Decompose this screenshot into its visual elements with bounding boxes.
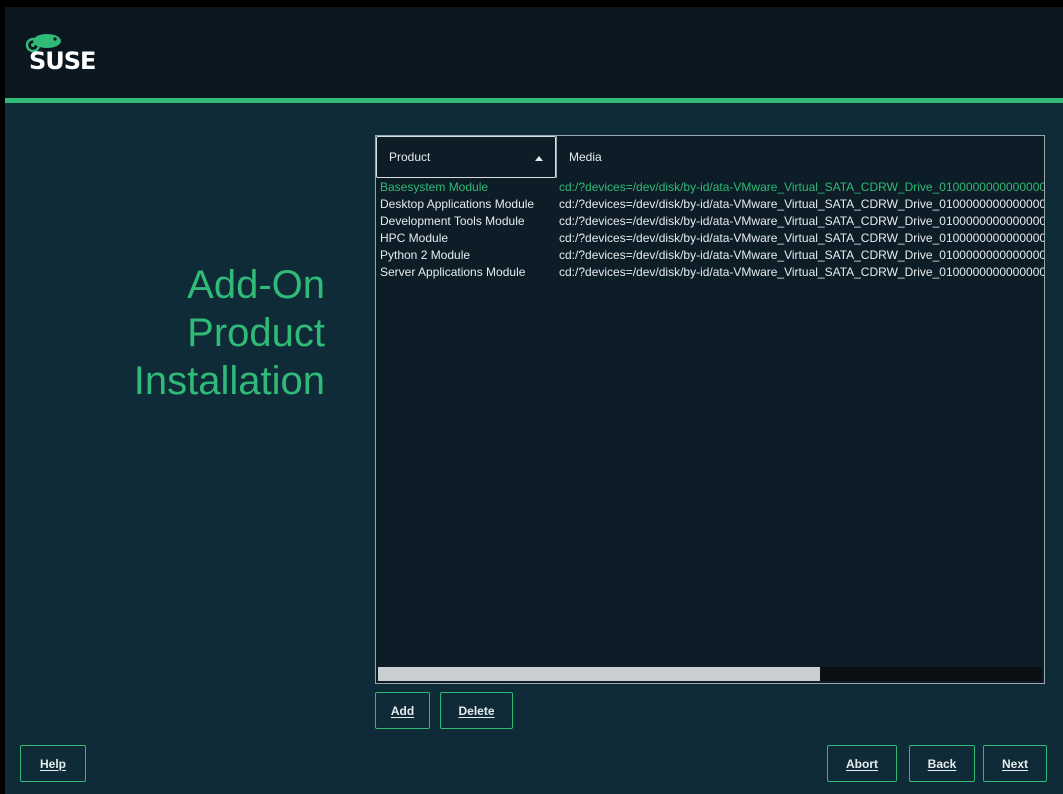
sort-ascending-icon [535, 156, 543, 161]
table-row[interactable]: Development Tools Module cd:/?devices=/de… [376, 213, 1044, 230]
table-header: Product Media [376, 136, 1044, 178]
table-row[interactable]: Server Applications Module cd:/?devices=/… [376, 264, 1044, 281]
column-header-media[interactable]: Media [556, 136, 1044, 178]
header-accent-line [5, 98, 1063, 103]
header-bar: SUSE [5, 7, 1063, 98]
page-title: Add-On Product Installation [65, 261, 325, 405]
next-button[interactable]: Next [983, 745, 1047, 782]
product-cell: Python 2 Module [380, 248, 471, 262]
addon-product-table[interactable]: Product Media Basesystem Module cd:/?devi… [375, 135, 1045, 684]
page-title-line: Installation [133, 359, 325, 403]
media-cell: cd:/?devices=/dev/disk/by-id/ata-VMware_… [559, 265, 1044, 279]
product-cell: HPC Module [380, 231, 449, 245]
abort-button[interactable]: Abort [827, 745, 897, 782]
product-cell: Development Tools Module [380, 214, 525, 228]
suse-logo: SUSE [25, 32, 125, 76]
column-header-label: Product [389, 150, 431, 164]
table-body: Basesystem Module cd:/?devices=/dev/disk/… [376, 179, 1044, 281]
media-cell: cd:/?devices=/dev/disk/by-id/ata-VMware_… [559, 180, 1044, 194]
media-cell: cd:/?devices=/dev/disk/by-id/ata-VMware_… [559, 214, 1044, 228]
page-title-line: Product [187, 311, 325, 355]
help-button[interactable]: Help [20, 745, 86, 782]
table-row[interactable]: Python 2 Module cd:/?devices=/dev/disk/by… [376, 247, 1044, 264]
media-cell: cd:/?devices=/dev/disk/by-id/ata-VMware_… [559, 248, 1044, 262]
installer-window: SUSE Add-On Product Installation Product… [5, 7, 1063, 794]
product-cell: Server Applications Module [380, 265, 526, 279]
table-row[interactable]: HPC Module cd:/?devices=/dev/disk/by-id/a… [376, 230, 1044, 247]
table-row[interactable]: Desktop Applications Module cd:/?devices=… [376, 196, 1044, 213]
media-cell: cd:/?devices=/dev/disk/by-id/ata-VMware_… [559, 197, 1044, 211]
column-header-label: Media [569, 150, 602, 164]
scrollbar-thumb[interactable] [378, 667, 820, 681]
media-cell: cd:/?devices=/dev/disk/by-id/ata-VMware_… [559, 231, 1044, 245]
product-cell: Basesystem Module [380, 180, 489, 194]
horizontal-scrollbar[interactable] [378, 667, 1042, 681]
product-cell: Desktop Applications Module [380, 197, 535, 211]
back-button[interactable]: Back [909, 745, 975, 782]
logo-text: SUSE [29, 47, 96, 75]
delete-button[interactable]: Delete [440, 692, 513, 729]
add-button[interactable]: Add [375, 692, 430, 729]
table-row[interactable]: Basesystem Module cd:/?devices=/dev/disk/… [376, 179, 1044, 196]
column-header-product[interactable]: Product [376, 136, 556, 178]
page-title-line: Add-On [187, 263, 325, 307]
